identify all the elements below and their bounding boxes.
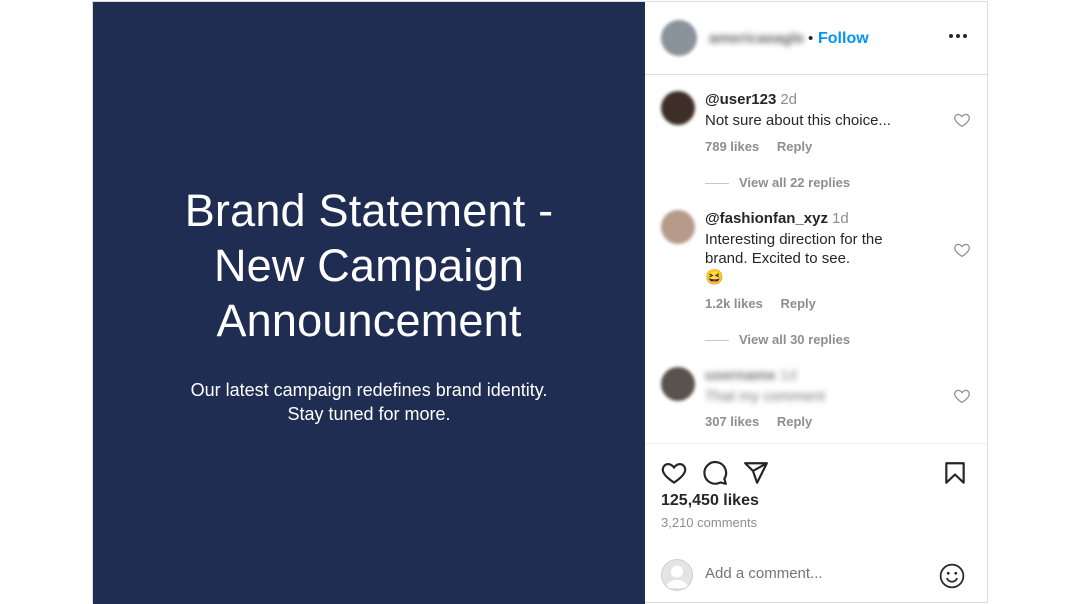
comment-meta: 1.2k likes Reply <box>705 296 830 311</box>
account-username[interactable]: americaeagle <box>709 30 804 47</box>
add-comment-row <box>645 543 987 602</box>
comment-text: Interesting direction for the brand. Exc… <box>705 231 883 286</box>
comment-likes[interactable]: 307 likes <box>705 414 759 429</box>
comment-username-text[interactable]: @user123 <box>705 91 776 108</box>
avatar[interactable] <box>661 367 695 401</box>
account-avatar[interactable] <box>661 20 697 56</box>
avatar[interactable] <box>661 210 695 244</box>
view-replies-text[interactable]: View all 30 replies <box>739 332 850 347</box>
post-actions: 125,450 likes 3,210 comments <box>645 443 987 544</box>
reply-button[interactable]: Reply <box>777 139 812 154</box>
comment-meta: 789 likes Reply <box>705 139 826 154</box>
comment-text: That my comment <box>705 388 826 405</box>
comment-likes[interactable]: 1.2k likes <box>705 296 763 311</box>
heart-icon[interactable] <box>953 241 971 259</box>
post-header: americaeagle • Follow <box>645 2 987 75</box>
post-side-panel: americaeagle • Follow @user123 2d Not sur… <box>645 2 987 602</box>
view-replies-link[interactable]: View all 30 replies <box>705 332 850 347</box>
replies-divider <box>705 183 729 185</box>
comment-icon[interactable] <box>702 460 728 486</box>
comment-username-text[interactable]: username <box>705 367 776 384</box>
add-comment-input[interactable] <box>705 565 925 582</box>
comment-username[interactable]: @user123 2d <box>705 91 797 108</box>
more-horizontal-icon[interactable] <box>947 26 969 46</box>
comment-username[interactable]: @fashionfan_xyz 1d <box>705 210 849 227</box>
replies-divider <box>705 340 729 342</box>
view-replies-text[interactable]: View all 22 replies <box>739 175 850 190</box>
default-avatar-icon <box>661 559 693 591</box>
avatar <box>661 559 693 591</box>
comment-username[interactable]: username 1d <box>705 367 797 384</box>
comment-username-text[interactable]: @fashionfan_xyz <box>705 210 828 227</box>
reply-button[interactable]: Reply <box>780 296 815 311</box>
share-icon[interactable] <box>743 460 769 486</box>
comment-time: 1d <box>779 367 797 384</box>
comment-time: 1d <box>832 210 849 227</box>
heart-icon[interactable] <box>953 387 971 405</box>
post-comments-count[interactable]: 3,210 comments <box>661 515 757 530</box>
emoji-icon[interactable] <box>939 563 965 589</box>
separator-dot: • <box>808 30 814 47</box>
post-media[interactable]: Brand Statement - New Campaign Announcem… <box>93 2 645 604</box>
media-title: Brand Statement - New Campaign Announcem… <box>184 185 554 346</box>
avatar[interactable] <box>661 91 695 125</box>
comment-meta: 307 likes Reply <box>705 414 826 429</box>
media-subtitle: Our latest campaign redefines brand iden… <box>190 380 548 424</box>
bookmark-icon[interactable] <box>942 460 968 486</box>
post-likes-count[interactable]: 125,450 likes <box>661 492 759 510</box>
heart-icon[interactable] <box>661 460 687 486</box>
view-replies-link[interactable]: View all 22 replies <box>705 175 850 190</box>
comment-likes[interactable]: 789 likes <box>705 139 759 154</box>
comment-time: 2d <box>780 91 798 108</box>
follow-button[interactable]: Follow <box>818 30 869 48</box>
heart-icon[interactable] <box>953 111 971 129</box>
instagram-post: Brand Statement - New Campaign Announcem… <box>92 1 988 604</box>
reply-button[interactable]: Reply <box>777 414 812 429</box>
comment-text: Not sure about this choice... <box>705 112 891 129</box>
